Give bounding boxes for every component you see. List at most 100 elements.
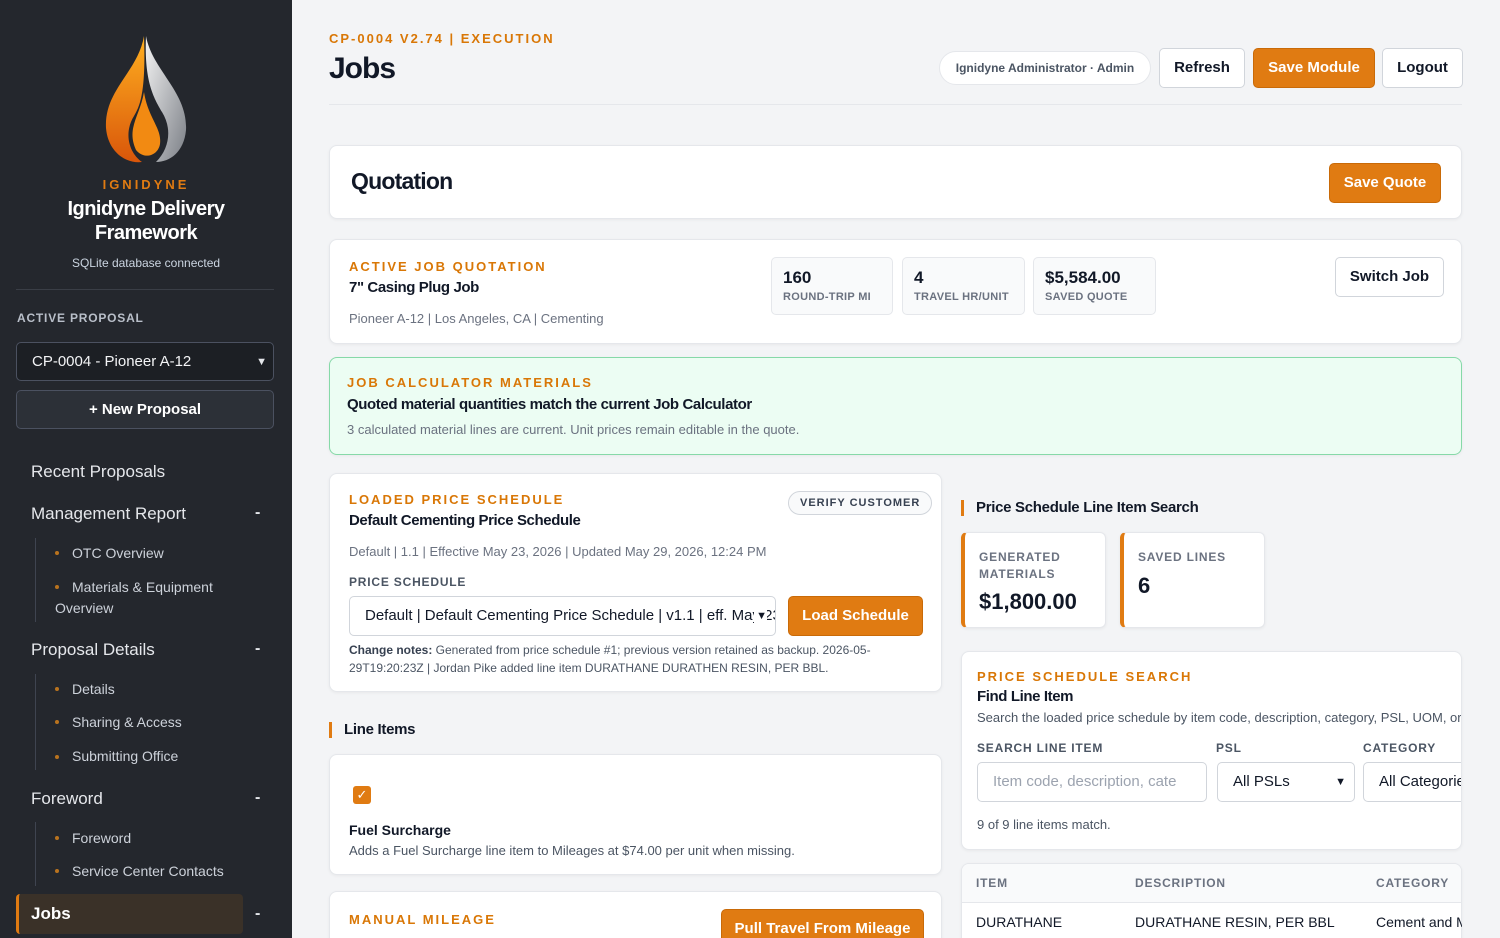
price-schedule-eyebrow: LOADED PRICE SCHEDULE <box>349 492 565 507</box>
stat-value: 160 <box>783 268 812 287</box>
fuel-surcharge-checkbox[interactable]: ✓ <box>353 786 371 804</box>
column-header-category[interactable]: CATEGORY <box>1376 876 1449 890</box>
save-quote-button[interactable]: Save Quote <box>1329 163 1441 203</box>
foreword-collapse-icon[interactable]: - <box>255 789 260 807</box>
stat-saved-quote: $5,584.00 SAVED QUOTE <box>1033 257 1156 315</box>
active-job-card: ACTIVE JOB QUOTATION 7" Casing Plug Job … <box>329 239 1462 344</box>
user-badge: Ignidyne Administrator · Admin <box>939 51 1151 85</box>
nav-materials-line2: Overview <box>55 600 114 616</box>
nav-management-report[interactable]: Management Report <box>31 504 186 524</box>
brand-title: Ignidyne Delivery Framework <box>0 197 292 245</box>
category-field-label: CATEGORY <box>1363 741 1437 755</box>
price-schedule-field-label: PRICE SCHEDULE <box>349 575 467 589</box>
flame-logo-icon <box>105 36 187 163</box>
saved-lines-value: 6 <box>1138 573 1151 598</box>
job-name: 7" Casing Plug Job <box>349 279 479 296</box>
bullet-icon <box>55 755 59 759</box>
stat-label: SAVED QUOTE <box>1045 291 1128 303</box>
fuel-surcharge-card: ✓ Fuel Surcharge Adds a Fuel Surcharge l… <box>329 754 942 875</box>
calculator-desc: 3 calculated material lines are current.… <box>347 422 800 437</box>
active-proposal-select[interactable]: CP-0004 - Pioneer A-12 ▼ <box>16 342 274 381</box>
verify-customer-badge[interactable]: VERIFY CUSTOMER <box>788 491 933 515</box>
active-proposal-value: CP-0004 - Pioneer A-12 <box>32 353 192 370</box>
table-header-divider <box>962 902 1461 903</box>
column-header-item[interactable]: ITEM <box>976 876 1008 890</box>
db-status: SQLite database connected <box>71 256 221 270</box>
bullet-icon <box>55 869 59 873</box>
nav-service-center-contacts[interactable]: Service Center Contacts <box>72 861 224 882</box>
nav-foreword[interactable]: Foreword <box>72 828 131 849</box>
nav-otc-overview[interactable]: OTC Overview <box>72 543 164 564</box>
saved-lines-card: SAVED LINES 6 <box>1120 532 1265 628</box>
switch-job-button[interactable]: Switch Job <box>1335 257 1444 297</box>
proposal-details-collapse-icon[interactable]: - <box>255 640 260 658</box>
nav-materials-line1: Materials & Equipment <box>72 579 213 595</box>
fuel-surcharge-desc: Adds a Fuel Surcharge line item to Milea… <box>349 843 795 858</box>
manual-mileage-eyebrow: MANUAL MILEAGE <box>349 912 496 927</box>
search-line-item-input[interactable]: Item code, description, cate <box>977 762 1207 802</box>
active-job-eyebrow: ACTIVE JOB QUOTATION <box>349 259 547 274</box>
search-heading: Price Schedule Line Item Search <box>961 500 1199 516</box>
page-eyebrow: CP-0004 V2.74 | EXECUTION <box>329 31 555 46</box>
logout-button[interactable]: Logout <box>1382 48 1463 88</box>
nav-tree-line <box>35 822 36 886</box>
saved-lines-label: SAVED LINES <box>1138 550 1226 564</box>
nav-recent-proposals[interactable]: Recent Proposals <box>31 462 165 482</box>
stat-label: ROUND-TRIP MI <box>783 291 872 303</box>
jobs-collapse-icon[interactable]: - <box>255 905 260 923</box>
bullet-icon <box>55 687 59 691</box>
price-schedule-select[interactable]: Default | Default Cementing Price Schedu… <box>349 596 776 636</box>
change-notes: Change notes: Generated from price sched… <box>349 641 929 677</box>
line-items-heading: Line Items <box>329 722 415 738</box>
new-proposal-button[interactable]: + New Proposal <box>16 390 274 429</box>
price-schedule-name: Default Cementing Price Schedule <box>349 512 581 529</box>
psl-select[interactable]: All PSLs ▼ <box>1217 762 1355 802</box>
pull-travel-button[interactable]: Pull Travel From Mileage <box>721 909 924 938</box>
category-select[interactable]: All Categories <box>1363 762 1461 802</box>
stat-travel-hr: 4 TRAVEL HR/UNIT <box>902 257 1025 315</box>
fuel-surcharge-title: Fuel Surcharge <box>349 822 451 838</box>
refresh-button[interactable]: Refresh <box>1159 48 1245 88</box>
table-row-category: Cement and M <box>1376 914 1462 930</box>
table-row-description: DURATHANE RESIN, PER BBL <box>1135 914 1335 930</box>
management-report-collapse-icon[interactable]: - <box>255 504 260 522</box>
price-schedule-selected: Default | Default Cementing Price Schedu… <box>365 607 775 624</box>
column-header-description[interactable]: DESCRIPTION <box>1135 876 1226 890</box>
nav-submitting-office[interactable]: Submitting Office <box>72 746 178 767</box>
manual-mileage-card: MANUAL MILEAGE Pull Travel From Mileage <box>329 891 942 938</box>
table-row-item[interactable]: DURATHANE <box>976 914 1062 930</box>
stat-value: 4 <box>914 268 924 287</box>
save-module-button[interactable]: Save Module <box>1253 48 1375 88</box>
stat-label: TRAVEL HR/UNIT <box>914 291 1009 303</box>
search-eyebrow: PRICE SCHEDULE SEARCH <box>977 669 1193 684</box>
generated-materials-value: $1,800.00 <box>979 589 1077 614</box>
nav-details[interactable]: Details <box>72 679 115 700</box>
chevron-down-icon: ▼ <box>256 356 267 368</box>
change-notes-line2: 29T19:20:23Z | Jordan Pike added line it… <box>349 661 829 675</box>
search-desc: Search the loaded price schedule by item… <box>977 710 1462 725</box>
page-title: Jobs <box>329 52 396 85</box>
header-divider <box>329 104 1462 105</box>
nav-jobs-label: Jobs <box>31 904 71 923</box>
sidebar-divider <box>16 289 274 290</box>
nav-sharing-access[interactable]: Sharing & Access <box>72 712 182 733</box>
nav-foreword-group[interactable]: Foreword <box>31 789 103 809</box>
nav-materials-equipment[interactable]: Materials & Equipment Overview <box>55 577 213 619</box>
category-selected: All Categories <box>1379 773 1461 790</box>
psl-field-label: PSL <box>1216 741 1242 755</box>
change-notes-label: Change notes: <box>349 643 433 657</box>
generated-materials-label: GENERATED MATERIALS <box>979 549 1061 583</box>
nav-proposal-details[interactable]: Proposal Details <box>31 640 155 660</box>
load-schedule-button[interactable]: Load Schedule <box>788 596 923 636</box>
brand-title-line1: Ignidyne Delivery <box>67 198 225 220</box>
nav-tree-line <box>35 674 36 770</box>
nav-jobs-active[interactable]: Jobs <box>16 894 243 934</box>
calculator-status-banner: JOB CALCULATOR MATERIALS Quoted material… <box>329 357 1462 455</box>
sidebar: IGNIDYNE Ignidyne Delivery Framework SQL… <box>0 0 292 938</box>
price-schedule-meta: Default | 1.1 | Effective May 23, 2026 |… <box>349 544 767 559</box>
nav-tree-line <box>35 538 36 622</box>
stat-value: $5,584.00 <box>1045 268 1121 287</box>
bullet-icon <box>55 585 59 589</box>
quotation-card: Quotation Save Quote <box>329 145 1462 219</box>
bullet-icon <box>55 836 59 840</box>
